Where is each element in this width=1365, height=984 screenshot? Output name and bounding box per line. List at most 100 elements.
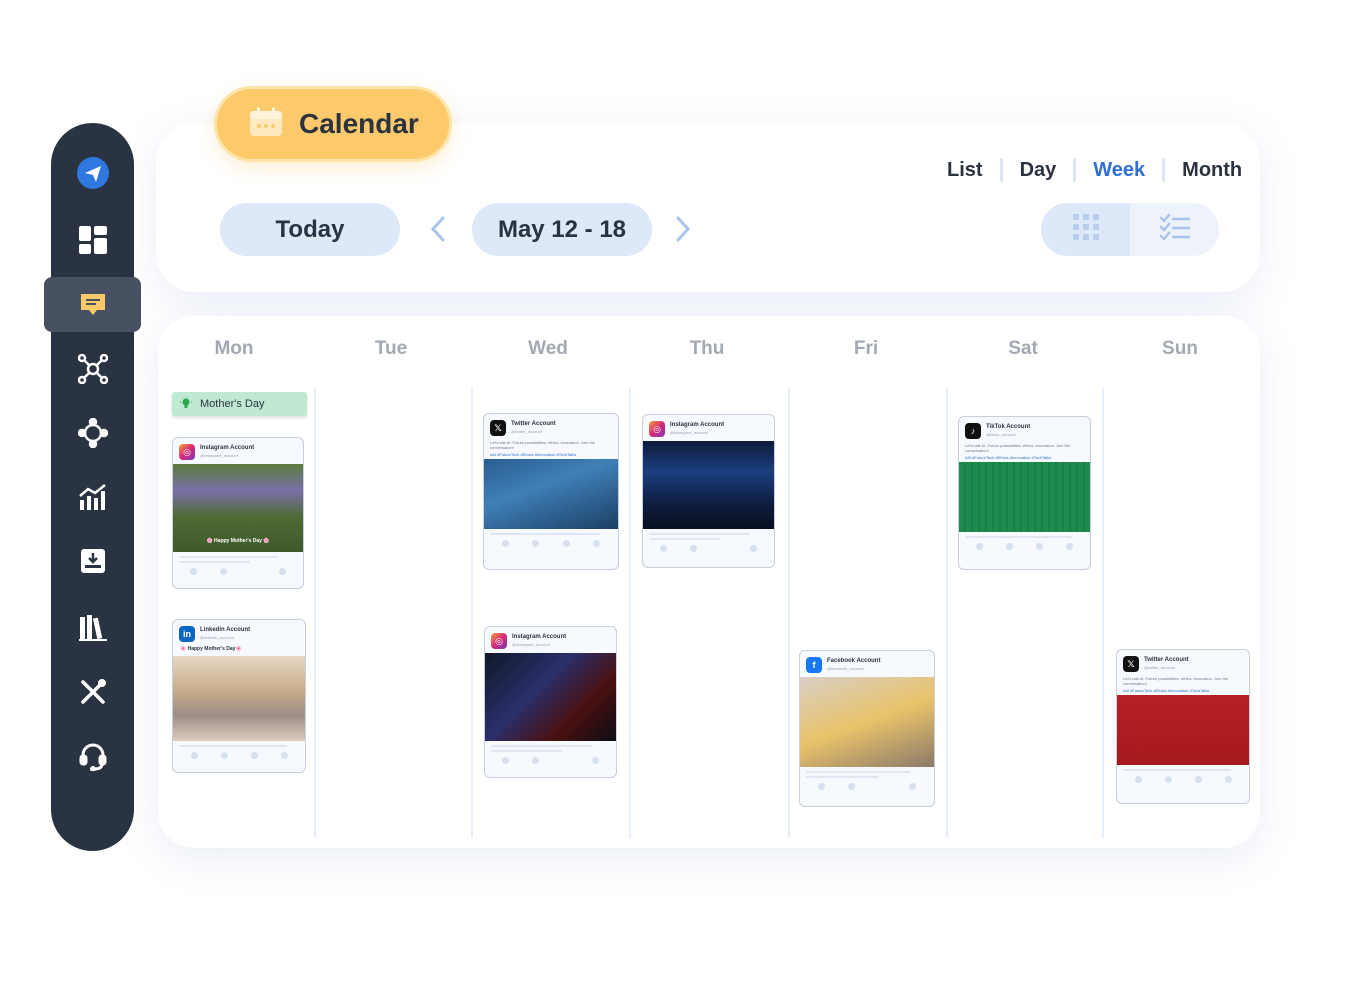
post-placeholder-line [649,538,721,540]
post-card-mon-instagram[interactable]: ◎ Instagram Account @instagram_account 🌸… [172,437,304,589]
post-card-wed-twitter[interactable]: 𝕏 Twitter Account @twitter_account Let's… [483,413,619,570]
inbox-download-icon[interactable] [51,537,134,585]
post-caption: 🌸 Happy Mother's Day 🌸 [206,538,270,544]
day-header-sun: Sun [1162,338,1198,359]
send-icon[interactable] [51,149,134,197]
post-actions [806,781,928,790]
x-icon: 𝕏 [490,420,506,436]
post-message: Let's talk AI: Future possibilities, eth… [490,440,596,450]
post-actions [491,755,610,764]
instagram-icon: ◎ [649,421,665,437]
network-icon[interactable] [51,345,134,393]
instagram-icon: ◎ [179,444,195,460]
post-image [485,653,616,741]
post-card-fri-facebook[interactable]: f Facebook Account @facebook_account [799,650,935,807]
post-account-name: Instagram Account [512,634,567,640]
instagram-icon: ◎ [491,633,507,649]
grid-view-toggle[interactable] [1041,203,1130,256]
layout-toggle [1041,203,1219,256]
view-day[interactable]: Day [1003,159,1074,182]
list-view-toggle[interactable] [1130,203,1219,256]
post-account-handle: @instagram_account [200,453,238,458]
post-image [1117,695,1249,765]
post-placeholder-line [649,533,751,535]
view-month[interactable]: Month [1165,159,1259,182]
today-button[interactable]: Today [220,203,400,256]
column-divider [629,388,631,838]
facebook-icon: f [806,657,822,673]
tools-icon[interactable] [51,668,134,716]
post-card-wed-instagram[interactable]: ◎ Instagram Account @instagram_account [484,626,617,778]
week-grid [158,316,1260,848]
post-placeholder-line [965,536,1073,538]
post-card-thu-instagram[interactable]: ◎ Instagram Account @instagram_account [642,414,775,568]
day-header-thu: Thu [689,338,725,359]
post-placeholder-line [179,561,250,563]
post-message: Let's talk AI: Future possibilities, eth… [965,443,1071,453]
page-title: Calendar [299,108,419,139]
event-label: Mother's Day [200,398,265,410]
post-account-name: Linkedin Account [200,627,251,633]
chevron-right-icon[interactable] [668,214,698,244]
linkedin-icon: in [179,626,195,642]
post-actions [179,750,299,759]
post-account-handle: @instagram_account [512,642,550,647]
post-account-name: Instagram Account [200,445,255,451]
integrations-icon[interactable] [51,409,134,457]
post-image [643,441,774,529]
chevron-left-icon[interactable] [423,214,453,244]
post-placeholder-line [491,745,593,747]
post-caption: 🌸 Happy Mother's Day🌸 [180,646,242,652]
post-account-name: Facebook Account [827,658,881,664]
calendar-icon [249,106,283,142]
checklist-icon [1159,213,1191,245]
column-divider [1102,388,1104,838]
post-account-name: Twitter Account [1144,657,1189,663]
support-headset-icon[interactable] [51,732,134,780]
view-switcher: List Day Week Month [930,157,1259,183]
day-header-sat: Sat [1008,338,1038,359]
post-account-handle: @facebook_account [827,666,864,671]
column-divider [788,388,790,838]
sidebar [44,123,141,851]
post-message: Let's talk AI: Future possibilities, eth… [1123,676,1229,686]
post-placeholder-line [179,556,280,558]
column-divider [471,388,473,838]
calendar-title-pill: Calendar [214,86,452,162]
post-placeholder-line [490,533,600,535]
post-account-name: Twitter Account [511,421,556,427]
post-image [484,459,618,529]
post-card-sat-tiktok[interactable]: ♪ TikTok Account @tiktok_account Let's t… [958,416,1091,570]
column-divider [314,388,316,838]
post-placeholder-line [179,745,287,747]
post-account-handle: @twitter_account [1144,665,1175,670]
post-hashtags: #AI #FutureTech #Ethics #Innovation #Tec… [1123,688,1210,693]
analytics-icon[interactable] [51,473,134,521]
grid-icon [1072,214,1099,245]
post-placeholder-line [491,750,563,752]
post-image: 🌸 Happy Mother's Day 🌸 [173,464,303,552]
library-icon[interactable] [51,603,134,651]
post-card-sun-twitter[interactable]: 𝕏 Twitter Account @twitter_account Let's… [1116,649,1250,804]
day-header-fri: Fri [853,338,879,359]
post-actions [1123,774,1243,783]
date-range-button[interactable]: May 12 - 18 [472,203,652,256]
message-icon[interactable] [44,277,141,332]
post-placeholder-line [806,776,880,778]
x-icon: 𝕏 [1123,656,1139,672]
post-card-mon-linkedin[interactable]: in Linkedin Account @linkedin_account 🌸 … [172,619,306,773]
dashboard-icon[interactable] [51,216,134,264]
event-mothers-day[interactable]: Mother's Day [172,392,307,416]
view-week[interactable]: Week [1076,159,1162,182]
post-account-name: TikTok Account [986,424,1031,430]
post-image [800,677,934,767]
post-hashtags: #AI #FutureTech #Ethics #Innovation #Tec… [490,452,577,457]
post-account-handle: @instagram_account [670,430,708,435]
bulb-icon [180,396,192,412]
day-header-wed: Wed [528,338,568,359]
post-actions [490,538,612,547]
post-image [959,462,1090,532]
column-divider [946,388,948,838]
view-list[interactable]: List [930,159,1000,182]
post-actions [649,543,768,552]
